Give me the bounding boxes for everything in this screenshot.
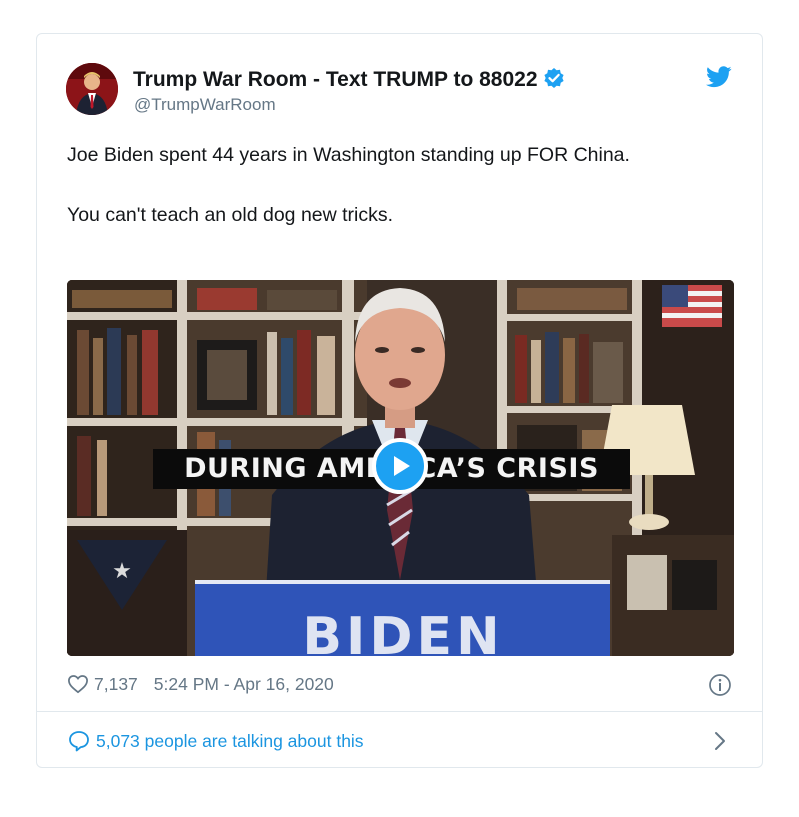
like-count: 7,137 bbox=[94, 673, 138, 694]
display-name-text: Trump War Room - Text TRUMP to 88022 bbox=[133, 68, 538, 91]
like-button[interactable]: 7,137 bbox=[67, 674, 138, 695]
video-player[interactable]: ★ BIDEN DURING CRISIS bbox=[67, 280, 734, 656]
svg-text:★: ★ bbox=[112, 559, 132, 584]
heart-icon bbox=[68, 675, 88, 694]
twitter-bird-icon[interactable] bbox=[706, 66, 732, 93]
podium-text: BIDEN bbox=[302, 607, 503, 656]
play-button[interactable] bbox=[372, 438, 428, 494]
divider bbox=[37, 711, 762, 712]
speech-bubble-icon bbox=[69, 731, 89, 752]
chevron-right-icon[interactable] bbox=[713, 731, 727, 756]
tweet-meta: 7,137 5:24 PM - Apr 16, 2020 bbox=[67, 670, 334, 698]
info-icon[interactable] bbox=[708, 673, 732, 702]
tweet-paragraph: You can't teach an old dog new tricks. bbox=[67, 204, 394, 226]
tweet-timestamp[interactable]: 5:24 PM - Apr 16, 2020 bbox=[154, 674, 334, 695]
tweet-paragraph: Joe Biden spent 44 years in Washington s… bbox=[67, 144, 630, 166]
avatar[interactable] bbox=[66, 63, 118, 115]
verified-badge-icon bbox=[543, 67, 565, 95]
conversation-link[interactable]: 5,073 people are talking about this bbox=[67, 727, 364, 755]
tweet-card: Trump War Room - Text TRUMP to 88022 @Tr… bbox=[36, 33, 763, 768]
display-name[interactable]: Trump War Room - Text TRUMP to 88022 bbox=[133, 67, 565, 95]
tweet-text: Joe Biden spent 44 years in Washington s… bbox=[67, 140, 707, 230]
avatar-image bbox=[66, 63, 118, 115]
play-icon bbox=[394, 456, 410, 476]
conversation-text: 5,073 people are talking about this bbox=[96, 730, 364, 751]
user-handle[interactable]: @TrumpWarRoom bbox=[134, 95, 276, 115]
